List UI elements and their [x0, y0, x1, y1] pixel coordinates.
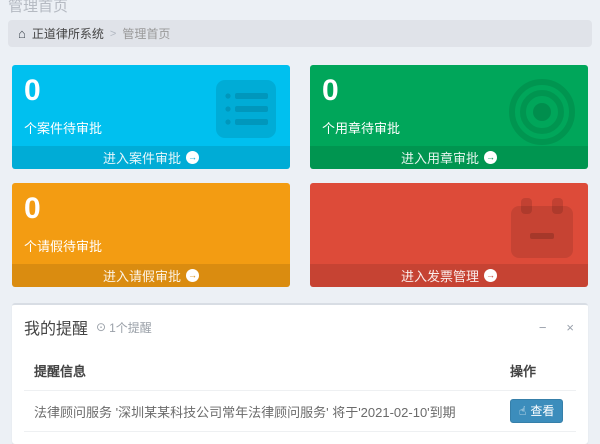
seal-pending-count: 0 — [322, 74, 576, 108]
enter-invoice-management-link[interactable]: 进入发票管理 → — [310, 264, 588, 287]
reminder-count-text: 1个提醒 — [109, 319, 152, 336]
reminders-panel-header: 我的提醒 ⊙ 1个提醒 − × — [12, 305, 588, 347]
leave-pending-label: 个请假待审批 — [24, 236, 278, 255]
seal-pending-label: 个用章待审批 — [322, 118, 576, 137]
enter-seal-approval-label: 进入用章审批 — [401, 148, 479, 167]
reminders-panel: 我的提醒 ⊙ 1个提醒 − × 提醒信息 操作 法律顾问服务 '深圳某 — [12, 303, 588, 444]
breadcrumb-current: 管理首页 — [122, 25, 170, 42]
tile-leave-body: 0 个请假待审批 — [12, 183, 290, 264]
table-row: 法律顾问服务 '深圳某某科技公司常年法律顾问服务' 将于'2021-02-10'… — [24, 391, 576, 432]
enter-case-approval-label: 进入案件审批 — [103, 148, 181, 167]
collapse-button[interactable]: − — [537, 319, 549, 336]
content-header: 管理首页 ⌂ 正道律所系统 > 管理首页 — [0, 0, 600, 47]
enter-seal-approval-link[interactable]: 进入用章审批 → — [310, 146, 588, 169]
tile-invoice-body — [310, 183, 588, 264]
hand-pointer-icon: ☝ — [519, 405, 526, 417]
arrow-right-circle-icon: → — [186, 269, 199, 282]
case-pending-label: 个案件待审批 — [24, 118, 278, 137]
tile-case-body: 0 个案件待审批 — [12, 65, 290, 146]
reminders-panel-body: 提醒信息 操作 法律顾问服务 '深圳某某科技公司常年法律顾问服务' 将于'202… — [12, 347, 588, 444]
breadcrumb-home-link[interactable]: 正道律所系统 — [32, 25, 104, 42]
view-button[interactable]: ☝ 查看 — [510, 399, 563, 423]
tile-invoice-management: 进入发票管理 → — [310, 183, 588, 287]
page-title: 管理首页 — [8, 0, 592, 16]
circle-dot-icon: ⊙ — [96, 321, 106, 333]
enter-leave-approval-label: 进入请假审批 — [103, 266, 181, 285]
close-icon: × — [566, 320, 574, 335]
close-button[interactable]: × — [564, 319, 576, 336]
column-header-message: 提醒信息 — [24, 351, 500, 391]
home-icon: ⌂ — [18, 27, 26, 40]
enter-leave-approval-link[interactable]: 进入请假审批 → — [12, 264, 290, 287]
enter-invoice-management-label: 进入发票管理 — [401, 266, 479, 285]
reminders-panel-title: 我的提醒 — [24, 315, 88, 339]
tile-seal-body: 0 个用章待审批 — [310, 65, 588, 146]
reminders-table: 提醒信息 操作 法律顾问服务 '深圳某某科技公司常年法律顾问服务' 将于'202… — [24, 351, 576, 432]
arrow-right-circle-icon: → — [484, 151, 497, 164]
reminder-message: 法律顾问服务 '深圳某某科技公司常年法律顾问服务' 将于'2021-02-10'… — [24, 391, 500, 432]
breadcrumb: ⌂ 正道律所系统 > 管理首页 — [8, 20, 592, 47]
tile-seal-approval: 0 个用章待审批 进入用章审批 → — [310, 65, 588, 169]
reminder-count-badge: ⊙ 1个提醒 — [96, 319, 152, 336]
leave-pending-count: 0 — [24, 192, 278, 226]
table-header-row: 提醒信息 操作 — [24, 351, 576, 391]
reminder-action-cell: ☝ 查看 — [500, 391, 576, 432]
view-button-label: 查看 — [530, 402, 554, 419]
panel-tools: − × — [537, 319, 576, 336]
column-header-action: 操作 — [500, 351, 576, 391]
tile-case-approval: 0 个案件待审批 进入案件审批 → — [12, 65, 290, 169]
stat-tiles-grid: 0 个案件待审批 进入案件审批 → 0 个用章待审批 — [0, 47, 600, 287]
tile-leave-approval: 0 个请假待审批 进入请假审批 → — [12, 183, 290, 287]
arrow-right-circle-icon: → — [186, 151, 199, 164]
breadcrumb-separator: > — [110, 28, 116, 40]
minus-icon: − — [539, 320, 547, 335]
case-pending-count: 0 — [24, 74, 278, 108]
arrow-right-circle-icon: → — [484, 269, 497, 282]
enter-case-approval-link[interactable]: 进入案件审批 → — [12, 146, 290, 169]
